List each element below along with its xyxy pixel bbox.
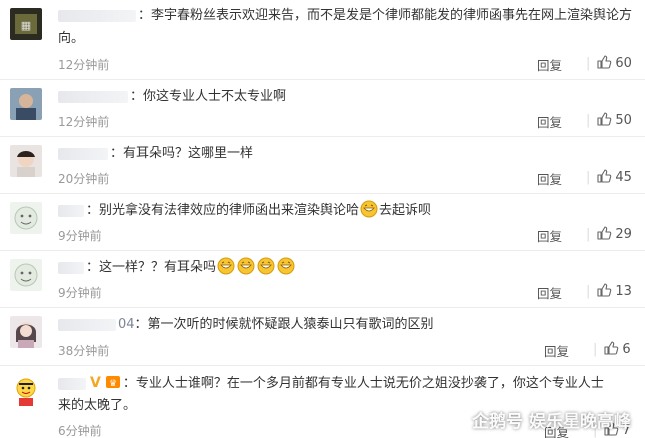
username[interactable] — [58, 9, 136, 22]
like-button[interactable]: | 45 — [580, 168, 632, 185]
avatar[interactable] — [10, 145, 42, 177]
watermark: 企鹅号 娱乐星晚高峰 — [472, 412, 631, 432]
divider: | — [586, 56, 591, 71]
divider: | — [586, 284, 591, 299]
thumbs-up-icon — [597, 55, 612, 69]
grin-emoji-icon — [277, 257, 295, 275]
comment-text: V ♛ ：专业人士谁啊？在一个多月前都有专业人士说无价之姐没抄袭了，你这个专业人士 — [58, 372, 604, 395]
avatar[interactable] — [10, 374, 42, 406]
thumbs-up-icon — [597, 226, 612, 240]
reply-button[interactable]: 回复 — [537, 55, 562, 74]
divider: | — [593, 342, 598, 357]
like-count: 13 — [615, 284, 632, 299]
comment-item: ▦ ：李宇春粉丝表示欢迎来告，而不是发是个律师都能发的律师函事先在网上渲染舆论方… — [0, 0, 645, 80]
grin-emoji-icon — [360, 200, 378, 218]
username-suffix: 04 — [118, 317, 135, 332]
reply-button[interactable]: 回复 — [537, 112, 562, 131]
like-button[interactable]: | 13 — [580, 282, 632, 299]
svg-text:▦: ▦ — [21, 19, 31, 32]
divider: | — [586, 170, 591, 185]
username[interactable] — [58, 261, 84, 274]
timestamp: 12分钟前 — [58, 115, 110, 129]
thumbs-up-icon — [597, 283, 612, 297]
vip-badge-icon: ♛ — [105, 376, 120, 389]
avatar[interactable]: ▦ — [10, 8, 42, 40]
comment-text: ：别光拿没有法律效应的律师函出来渲染舆论哈 去起诉呗 — [58, 200, 431, 222]
timestamp: 20分钟前 — [58, 172, 110, 186]
avatar[interactable] — [10, 316, 42, 348]
reply-button[interactable]: 回复 — [544, 341, 569, 360]
timestamp: 12分钟前 — [58, 58, 110, 72]
divider: | — [586, 227, 591, 242]
timestamp: 38分钟前 — [58, 344, 110, 358]
avatar[interactable] — [10, 259, 42, 291]
thumbs-up-icon — [604, 341, 619, 355]
comment-text: ：有耳朵吗？这哪里一样 — [58, 143, 253, 165]
comment-text: ：李宇春粉丝表示欢迎来告，而不是发是个律师都能发的律师函事先在网上渲染舆论方 — [58, 5, 632, 27]
like-button[interactable]: | 60 — [580, 54, 632, 71]
username[interactable] — [58, 377, 86, 390]
like-button[interactable]: | 29 — [580, 225, 632, 242]
comment-text-cont: 来的太晚了。 — [58, 398, 137, 413]
like-button[interactable]: | 50 — [580, 111, 632, 128]
reply-button[interactable]: 回复 — [537, 226, 562, 245]
divider: | — [586, 113, 591, 128]
comment-item: 04：第一次听的时候就怀疑跟人猿泰山只有歌词的区别 38分钟前 回复 | 6 — [0, 308, 645, 366]
grin-emoji-icon — [217, 257, 235, 275]
comment-item: ：这一样？？有耳朵吗 9分钟前 回复 | 13 — [0, 251, 645, 308]
thumbs-up-icon — [597, 112, 612, 126]
comment-text-cont: 向。 — [58, 31, 85, 46]
svg-text:♛: ♛ — [109, 379, 117, 389]
timestamp: 6分钟前 — [58, 424, 102, 438]
comment-text: 04：第一次听的时候就怀疑跟人猿泰山只有歌词的区别 — [58, 314, 434, 336]
like-count: 6 — [622, 342, 631, 357]
avatar[interactable] — [10, 88, 42, 120]
comment-list: ▦ ：李宇春粉丝表示欢迎来告，而不是发是个律师都能发的律师函事先在网上渲染舆论方… — [0, 0, 645, 438]
comment-item: ：你这专业人士不太专业啊 12分钟前 回复 | 50 — [0, 80, 645, 137]
username[interactable] — [58, 318, 116, 331]
username[interactable] — [58, 204, 84, 217]
grin-emoji-icon — [257, 257, 275, 275]
comment-item: ：有耳朵吗？这哪里一样 20分钟前 回复 | 45 — [0, 137, 645, 194]
timestamp: 9分钟前 — [58, 286, 102, 300]
like-count: 45 — [615, 170, 632, 185]
grin-emoji-icon — [237, 257, 255, 275]
like-count: 50 — [615, 113, 632, 128]
comment-text: ：你这专业人士不太专业啊 — [58, 86, 286, 108]
like-count: 29 — [615, 227, 632, 242]
comment-item: ：别光拿没有法律效应的律师函出来渲染舆论哈 去起诉呗 9分钟前 回复 | 29 — [0, 194, 645, 251]
reply-button[interactable]: 回复 — [537, 283, 562, 302]
thumbs-up-icon — [597, 169, 612, 183]
like-count: 60 — [615, 56, 632, 71]
username[interactable] — [58, 147, 108, 160]
verified-badge: V — [90, 375, 101, 391]
username[interactable] — [58, 90, 128, 103]
timestamp: 9分钟前 — [58, 229, 102, 243]
comment-text: ：这一样？？有耳朵吗 — [58, 257, 296, 279]
reply-button[interactable]: 回复 — [537, 169, 562, 188]
like-button[interactable]: | 6 — [587, 340, 631, 357]
avatar[interactable] — [10, 202, 42, 234]
